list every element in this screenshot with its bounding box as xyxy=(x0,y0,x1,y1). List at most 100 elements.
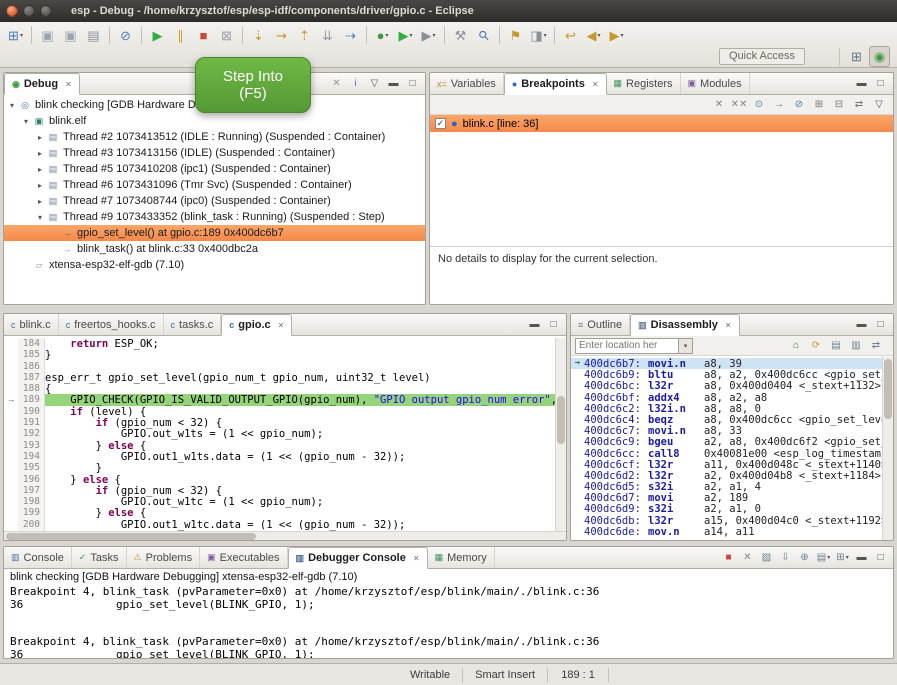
refresh-button[interactable]: ⟳ xyxy=(807,337,825,354)
minimize-button[interactable]: ▬ xyxy=(385,75,402,92)
skip-all-breakpoints-button[interactable]: ⊘ xyxy=(790,96,808,113)
close-icon[interactable]: ✕ xyxy=(278,321,285,330)
tab-problems[interactable]: ⚠Problems xyxy=(127,547,201,568)
tab-tasks-c[interactable]: ctasks.c xyxy=(164,314,222,335)
tab-tasks[interactable]: ✓Tasks xyxy=(72,547,127,568)
link-with-debug-view-button[interactable]: ⇄ xyxy=(850,96,868,113)
remove-all-terminated-button[interactable]: ✕ xyxy=(328,75,345,92)
close-icon[interactable]: ✕ xyxy=(725,321,732,330)
tree-item[interactable]: ▸▤Thread #5 1073410208 (ipc1) (Suspended… xyxy=(4,161,425,177)
tab-executables[interactable]: ▣Executables xyxy=(200,547,287,568)
disassembly-row[interactable]: 400dc6d9:s32ia2, a1, 0 xyxy=(571,503,893,514)
line-number[interactable]: 193 xyxy=(18,440,40,451)
line-number[interactable]: 192 xyxy=(18,428,40,439)
tab-gpio-c[interactable]: cgpio.c✕ xyxy=(221,314,292,336)
line-number[interactable]: 199 xyxy=(18,507,40,518)
minimize-button[interactable] xyxy=(23,5,35,17)
open-perspective-button[interactable]: ⊞ xyxy=(846,46,867,67)
remove-breakpoint-button[interactable]: ✕ xyxy=(710,96,728,113)
skip-all-breakpoints-button[interactable]: ⊘ xyxy=(115,25,136,46)
open-console-button[interactable]: ⊞▾ xyxy=(834,549,851,566)
line-number[interactable]: 198 xyxy=(18,496,40,507)
disassembly-scrollbar[interactable] xyxy=(882,357,893,540)
toggle-mark-occurrences-button[interactable]: ⚑ xyxy=(505,25,526,46)
debug-button[interactable]: ●▾ xyxy=(372,25,393,46)
line-number[interactable]: 197 xyxy=(18,485,40,496)
tree-item[interactable]: ▸▤Thread #7 1073408744 (ipc0) (Suspended… xyxy=(4,193,425,209)
code-line[interactable]: esp_err_t gpio_set_level(gpio_num_t gpio… xyxy=(45,372,555,383)
tree-item[interactable]: ▾▤Thread #9 1073433352 (blink_task : Run… xyxy=(4,209,425,225)
code-line[interactable]: GPIO.out1_w1tc.data = (1 << (gpio_num - … xyxy=(45,519,555,530)
breakpoint-checkbox[interactable]: ✓ xyxy=(435,118,446,129)
tab-modules[interactable]: ▣Modules xyxy=(681,73,750,94)
code-line[interactable] xyxy=(45,361,555,372)
step-into-button[interactable]: ⇣ xyxy=(248,25,269,46)
console-output[interactable]: Breakpoint 4, blink_task (pvParameter=0x… xyxy=(4,585,893,659)
disassembly-row[interactable]: 400dc6bf:addx4a8, a2, a8 xyxy=(571,392,893,403)
line-number-gutter[interactable]: 1841851861871881891901911921931941951961… xyxy=(18,338,45,531)
line-number[interactable]: 184 xyxy=(18,338,40,349)
line-number[interactable]: 185 xyxy=(18,349,40,360)
forward-button[interactable]: ▶▾ xyxy=(606,25,627,46)
tree-item[interactable]: →gpio_set_level() at gpio.c:189 0x400dc6… xyxy=(4,225,425,241)
annotations-button[interactable]: ◨▾ xyxy=(528,25,549,46)
close-icon[interactable]: ✕ xyxy=(592,80,599,89)
disassembly-row[interactable]: 400dc6d5:s32ia2, a1, 4 xyxy=(571,481,893,492)
tab-breakpoints[interactable]: ●Breakpoints✕ xyxy=(504,73,607,95)
instruction-stepping-mode-button[interactable]: i xyxy=(347,75,364,92)
tree-item[interactable]: →blink_task() at blink.c:33 0x400dbc2a xyxy=(4,241,425,257)
editor-horizontal-scrollbar[interactable] xyxy=(4,531,566,541)
tree-item[interactable]: ▸▤Thread #2 1073413512 (IDLE : Running) … xyxy=(4,129,425,145)
tab-console[interactable]: ▥Console xyxy=(4,547,72,568)
disassembly-row[interactable]: 400dc6c2:l32i.na8, a8, 0 xyxy=(571,403,893,414)
step-return-button[interactable]: ⇡ xyxy=(294,25,315,46)
pin-console-button[interactable]: ⊕ xyxy=(796,549,813,566)
maximize-button[interactable]: □ xyxy=(545,316,562,333)
scroll-lock-button[interactable]: ⇩ xyxy=(777,549,794,566)
line-number[interactable]: 189 xyxy=(18,394,40,405)
disassembly-row[interactable]: 400dc6d7:movia2, 189 xyxy=(571,492,893,503)
show-source-button[interactable]: ▤ xyxy=(827,337,845,354)
code-line[interactable]: } else { xyxy=(45,507,555,518)
display-selected-console-button[interactable]: ▤▾ xyxy=(815,549,832,566)
disassembly-row[interactable]: →400dc6b7:movi.na8, 39 xyxy=(571,358,893,369)
code-line[interactable]: GPIO.out_w1tc = (1 << gpio_num); xyxy=(45,496,555,507)
disassembly-row[interactable]: 400dc6c9:bgeua2, a8, 0x400dc6f2 <gpio_se… xyxy=(571,436,893,447)
drop-to-frame-button[interactable]: ⇊ xyxy=(317,25,338,46)
line-number[interactable]: 196 xyxy=(18,474,40,485)
line-number[interactable]: 188 xyxy=(18,383,40,394)
debug-perspective-button[interactable]: ◉ xyxy=(869,46,890,67)
disassembly-row[interactable]: 400dc6d2:l32ra2, 0x400d04b8 <_stext+1184… xyxy=(571,470,893,481)
expander-icon[interactable]: ▾ xyxy=(20,117,32,126)
code-line[interactable]: if (level) { xyxy=(45,406,555,417)
scrollbar-thumb[interactable] xyxy=(6,533,256,540)
tree-item[interactable]: ▸▤Thread #3 1073413156 (IDLE) (Suspended… xyxy=(4,145,425,161)
disassembly-row[interactable]: 400dc6bc:l32ra8, 0x400d0404 <_stext+1132… xyxy=(571,380,893,391)
code-line[interactable]: } else { xyxy=(45,474,555,485)
tab-variables[interactable]: x=Variables xyxy=(430,73,504,94)
line-number[interactable]: 190 xyxy=(18,406,40,417)
code-line[interactable]: GPIO.out1_w1ts.data = (1 << (gpio_num - … xyxy=(45,451,555,462)
tab-blink-c[interactable]: cblink.c xyxy=(4,314,59,335)
suspend-button[interactable]: ∥ xyxy=(170,25,191,46)
save-all-button[interactable]: ▣ xyxy=(60,25,81,46)
expand-all-button[interactable]: ⊞ xyxy=(810,96,828,113)
disassembly-row[interactable]: 400dc6cf:l32ra11, 0x400d048c <_stext+114… xyxy=(571,459,893,470)
expander-icon[interactable]: ▸ xyxy=(34,149,46,158)
disassembly-row[interactable]: 400dc6b9:bltua8, a2, 0x400dc6cc <gpio_se… xyxy=(571,369,893,380)
tab-registers[interactable]: ▦Registers xyxy=(607,73,681,94)
remove-launch-button[interactable]: ✕ xyxy=(739,549,756,566)
remove-all-breakpoints-button[interactable]: ✕✕ xyxy=(730,96,748,113)
collapse-all-button[interactable]: ⊟ xyxy=(830,96,848,113)
print-button[interactable]: ▤ xyxy=(83,25,104,46)
back-button[interactable]: ◀▾ xyxy=(583,25,604,46)
minimize-button[interactable]: ▬ xyxy=(526,316,543,333)
maximize-button[interactable]: □ xyxy=(872,316,889,333)
scrollbar-thumb[interactable] xyxy=(884,359,892,419)
external-tools-button[interactable]: ▶▾ xyxy=(418,25,439,46)
sync-with-context-button[interactable]: ⇄ xyxy=(867,337,885,354)
tree-item[interactable]: ▾▣blink.elf xyxy=(4,113,425,129)
tab-memory[interactable]: ▦Memory xyxy=(428,547,495,568)
tree-item[interactable]: ▸▤Thread #6 1073431096 (Tmr Svc) (Suspen… xyxy=(4,177,425,193)
location-dropdown-icon[interactable]: ▾ xyxy=(679,338,693,354)
